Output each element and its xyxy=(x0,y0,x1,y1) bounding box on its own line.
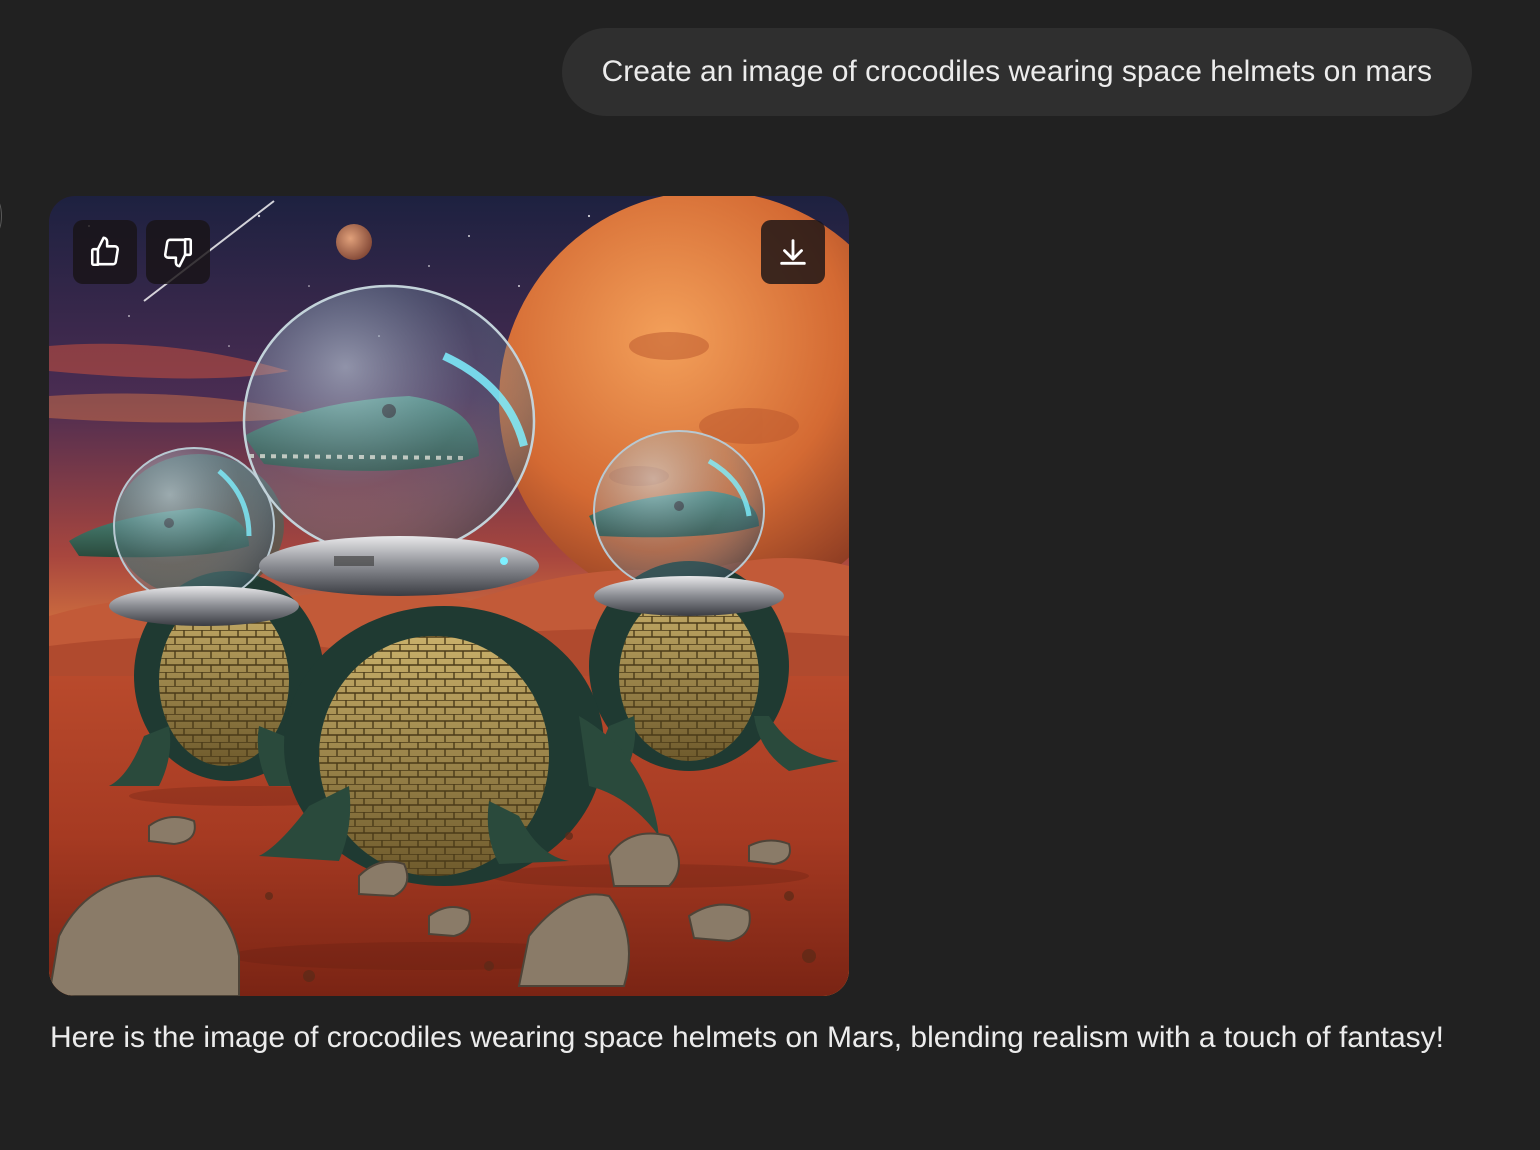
download-button[interactable] xyxy=(761,220,825,284)
thumbs-up-icon xyxy=(90,236,120,267)
assistant-message-text: Here is the image of crocodiles wearing … xyxy=(50,1021,1445,1054)
user-message-bubble: Create an image of crocodiles wearing sp… xyxy=(561,28,1472,116)
dislike-button[interactable] xyxy=(146,220,210,284)
user-message-text: Create an image of crocodiles wearing sp… xyxy=(601,55,1432,88)
thumbs-down-icon xyxy=(163,237,193,268)
like-button[interactable] xyxy=(73,220,137,284)
download-icon xyxy=(780,239,806,265)
generated-image[interactable] xyxy=(49,196,849,996)
chat-page: Create an image of crocodiles wearing sp… xyxy=(0,0,1540,1150)
sidebar-edge-handle[interactable] xyxy=(0,198,2,234)
mars-crocodiles-illustration xyxy=(49,196,849,996)
